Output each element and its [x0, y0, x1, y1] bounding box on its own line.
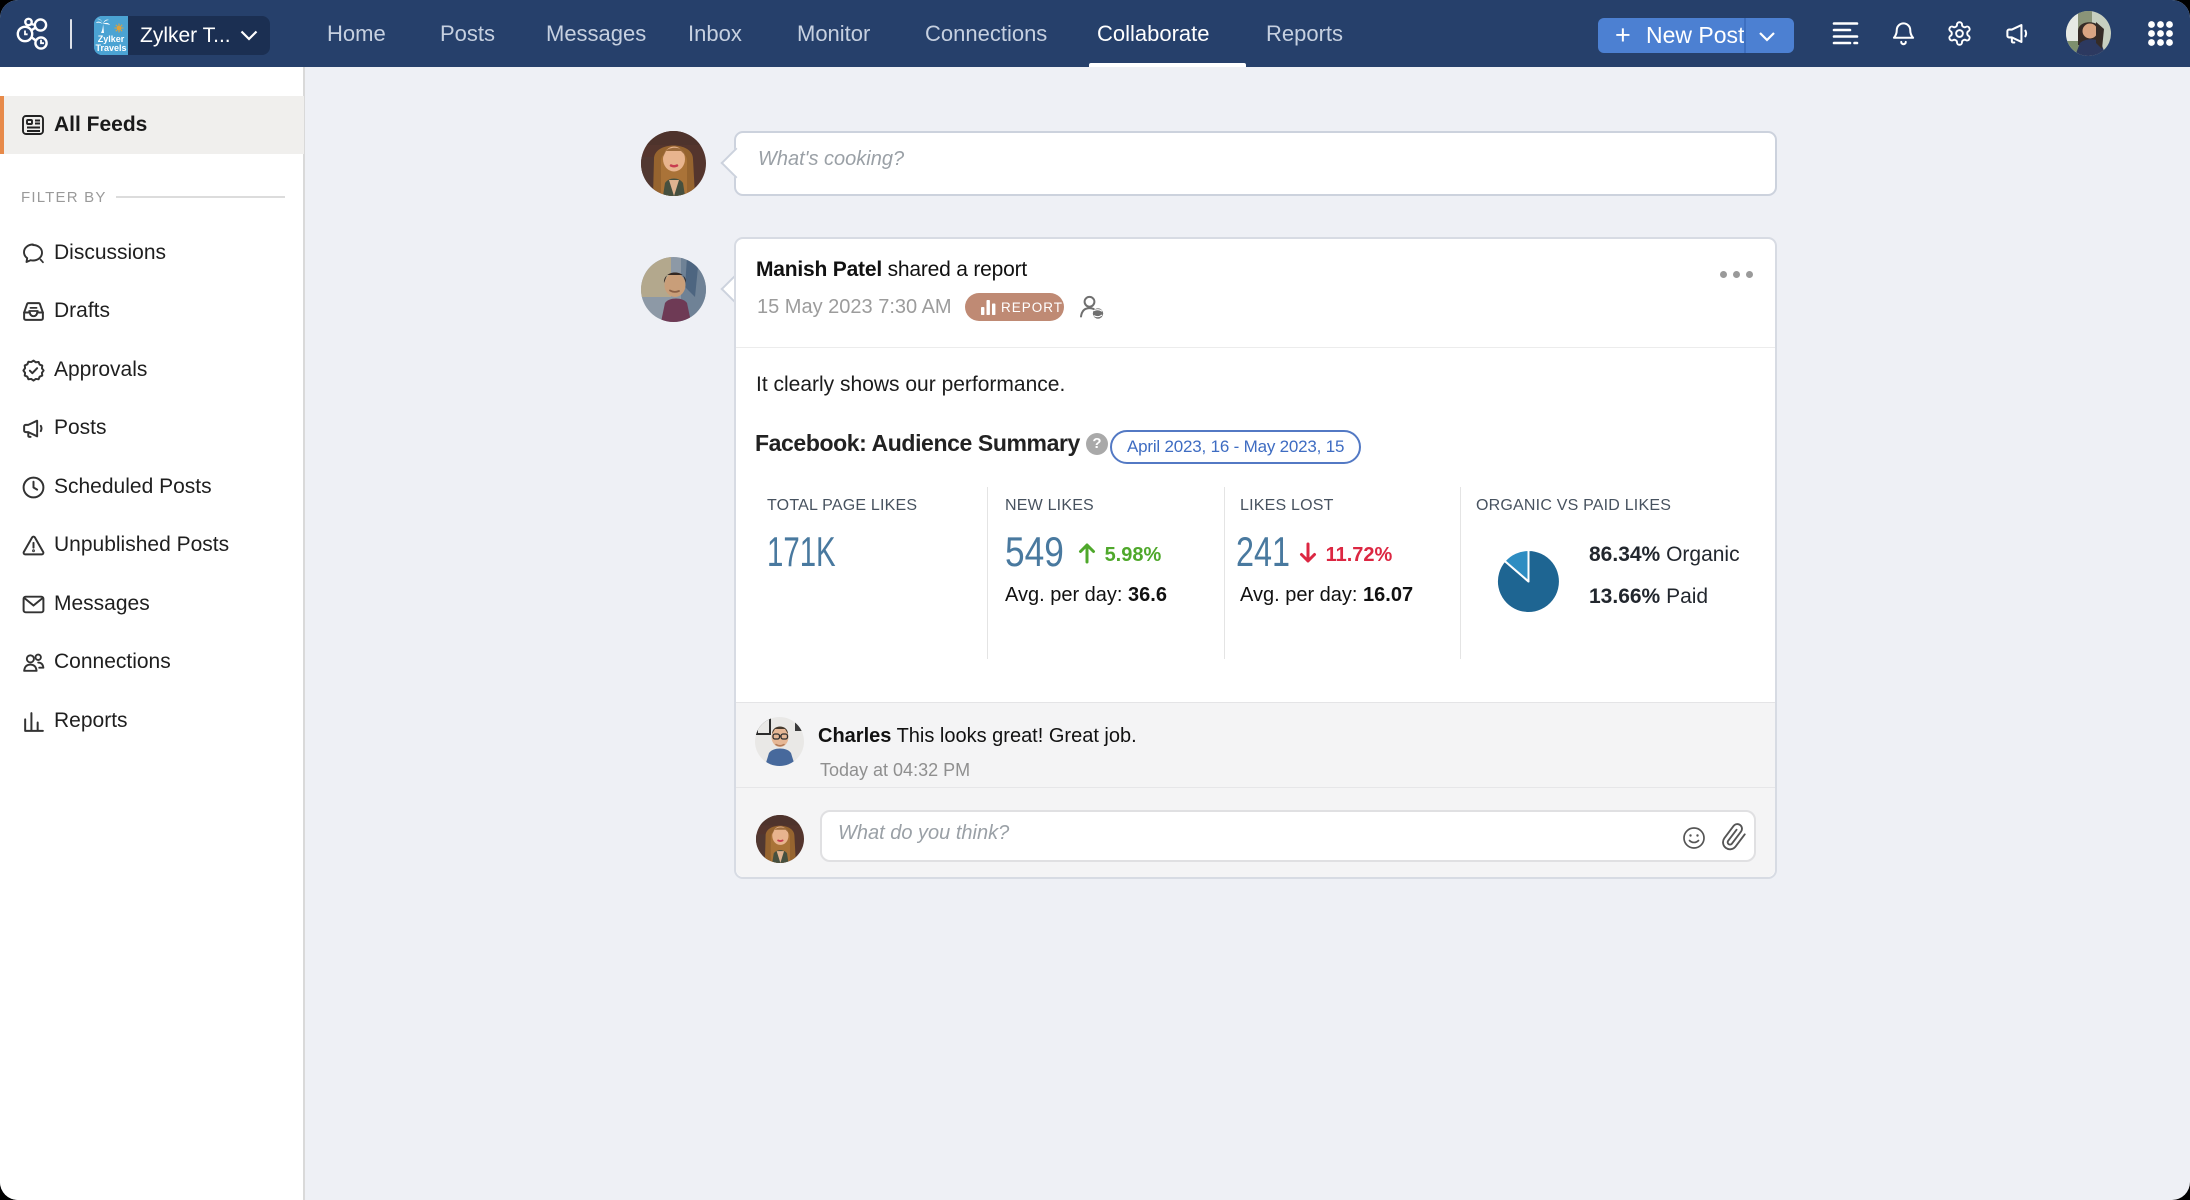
svg-text:Travels: Travels — [95, 43, 126, 53]
